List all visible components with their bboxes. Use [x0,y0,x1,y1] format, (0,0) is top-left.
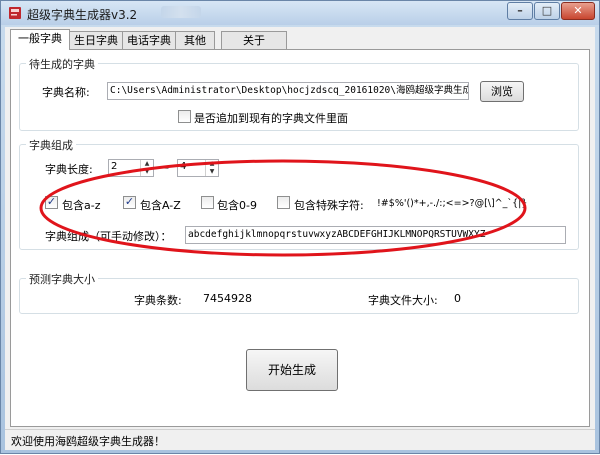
tab-panel: 待生成的字典 字典名称: C:\Users\Administrator\Desk… [10,49,590,427]
include-digits-checkbox[interactable] [201,196,214,209]
include-uppercase-checkbox[interactable]: ✓ [123,195,136,209]
tab-general[interactable]: 一般字典 [10,29,70,50]
length-max-value: 4 [180,161,187,172]
include-special-checkbox[interactable] [277,196,290,209]
spin-down-icon[interactable]: ▼ [141,168,153,176]
include-uppercase-label: 包含A-Z [140,199,181,212]
append-label: 是否追加到现有的字典文件里面 [194,112,348,125]
status-text: 欢迎使用海鸥超级字典生成器！ [11,435,165,448]
window-title: 超级字典生成器v3.2 [27,8,138,22]
append-checkbox[interactable] [178,110,191,123]
composition-group-title: 字典组成 [26,137,76,153]
name-label: 字典名称: [42,86,90,99]
pending-group-title: 待生成的字典 [26,56,98,72]
close-button[interactable]: ✕ [561,2,595,20]
title-bar[interactable]: 超级字典生成器v3.2 – □ ✕ [1,1,599,25]
minimize-button[interactable]: – [507,2,533,20]
include-digits-label: 包含0-9 [217,199,257,212]
maximize-button[interactable]: □ [534,2,560,20]
checkmark-icon: ✓ [46,195,57,208]
start-generate-button[interactable]: 开始生成 [246,349,338,391]
length-min-spinner[interactable]: 2 ▲ ▼ [108,159,154,177]
length-max-spinner[interactable]: 4 ▲ ▼ [177,159,219,177]
count-label: 字典条数: [134,294,182,307]
maximize-icon: □ [541,4,553,17]
estimate-group: 预测字典大小 字典条数: 7454928 字典文件大小: 0 [19,271,579,314]
title-blur [161,6,201,18]
size-value: 0 [454,292,461,305]
tab-phone[interactable]: 电话字典 [122,31,176,49]
include-lowercase-checkbox[interactable]: ✓ [45,195,58,209]
length-min-value: 2 [111,161,118,172]
app-window: 超级字典生成器v3.2 – □ ✕ 一般字典 生日字典 电话字典 其他 关于 待… [0,0,600,454]
estimate-group-title: 预测字典大小 [26,271,98,287]
composition-group: 字典组成 字典长度: 2 ▲ ▼ — 4 ▲ ▼ ✓ 包含a-z ✓ 包含A-Z… [19,137,579,250]
length-max-arrows[interactable]: ▲ ▼ [205,160,218,176]
browse-button[interactable]: 浏览 [480,81,524,102]
tab-about[interactable]: 关于 [221,31,287,49]
spin-up-icon[interactable]: ▲ [206,160,218,168]
tab-other[interactable]: 其他 [175,31,215,49]
pending-group: 待生成的字典 字典名称: C:\Users\Administrator\Desk… [19,56,579,131]
dictionary-path-input[interactable]: C:\Users\Administrator\Desktop\hocjzdscq… [107,82,469,100]
checkmark-icon: ✓ [124,195,135,208]
include-lowercase-label: 包含a-z [62,199,101,212]
size-label: 字典文件大小: [368,294,438,307]
count-value: 7454928 [203,292,252,305]
length-min-arrows[interactable]: ▲ ▼ [140,160,153,176]
client-area: 一般字典 生日字典 电话字典 其他 关于 待生成的字典 字典名称: C:\Use… [5,27,595,450]
status-bar: 欢迎使用海鸥超级字典生成器！ [5,429,595,450]
length-dash: — [158,161,169,174]
special-chars: !#$%'()*+,-./:;<=>?@[\]^_`{|} [377,198,528,209]
close-icon: ✕ [573,4,583,17]
spin-down-icon[interactable]: ▼ [206,168,218,176]
tab-birthday[interactable]: 生日字典 [69,31,123,49]
length-label: 字典长度: [45,163,93,176]
red-book-icon [9,7,21,19]
minimize-icon: – [517,4,523,17]
chars-label: 字典组成（可手动修改）： [45,230,172,243]
chars-input[interactable]: abcdefghijklmnopqrstuvwxyzABCDEFGHIJKLMN… [185,226,566,244]
include-special-label: 包含特殊字符: [294,199,364,212]
spin-up-icon[interactable]: ▲ [141,160,153,168]
